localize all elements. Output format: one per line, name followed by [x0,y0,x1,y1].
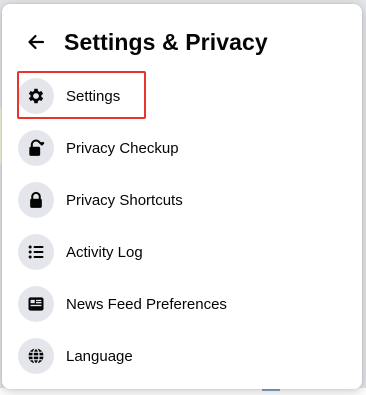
menu-item-label: Language [66,347,133,365]
background-mark [262,389,280,393]
menu-item-language[interactable]: Language [10,330,354,382]
menu-item-label: Settings [66,87,121,105]
menu-item-privacy-shortcuts[interactable]: Privacy Shortcuts [10,174,354,226]
panel-title: Settings & Privacy [64,28,268,55]
menu-item-label: Privacy Shortcuts [66,191,183,209]
menu-item-settings[interactable]: Settings [10,70,354,122]
settings-menu: Settings Privacy Checkup Privacy Shortcu [10,70,354,382]
lock-icon [18,182,54,218]
menu-item-label: Privacy Checkup [66,139,179,157]
menu-item-privacy-checkup[interactable]: Privacy Checkup [10,122,354,174]
gear-icon [18,78,54,114]
panel-header: Settings & Privacy [2,20,362,64]
news-feed-icon [18,286,54,322]
list-icon [18,234,54,270]
menu-item-label: Activity Log [66,243,143,261]
back-button[interactable] [18,24,54,60]
menu-item-label: News Feed Preferences [66,295,227,313]
menu-item-news-feed-preferences[interactable]: News Feed Preferences [10,278,354,330]
globe-icon [18,338,54,374]
menu-item-activity-log[interactable]: Activity Log [10,226,354,278]
arrow-left-icon [28,34,45,50]
settings-privacy-panel: Settings & Privacy Settings Privacy Chec… [2,4,362,389]
lock-heart-icon [18,130,54,166]
background-bottom [0,388,366,395]
